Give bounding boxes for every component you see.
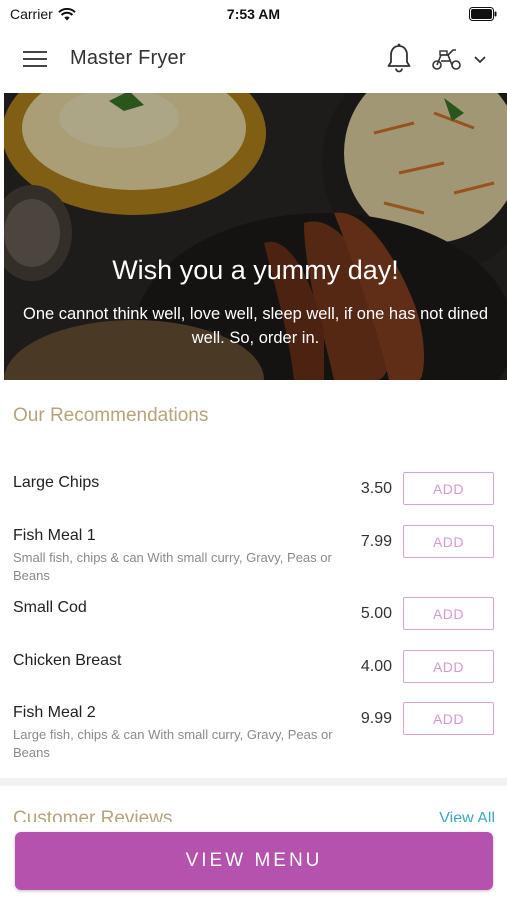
item-price: 4.00 [360, 658, 392, 675]
battery-icon [469, 7, 497, 26]
status-time: 7:53 AM [226, 6, 281, 22]
status-bar: Carrier 7:53 AM [0, 0, 507, 28]
hero-title: Wish you a yummy day! [112, 255, 399, 285]
add-button[interactable]: ADD [403, 472, 494, 505]
add-button[interactable]: ADD [403, 702, 494, 735]
add-button[interactable]: ADD [403, 525, 494, 558]
hero-subtitle: One cannot think well, love well, sleep … [22, 305, 489, 347]
item-price: 3.50 [360, 480, 392, 497]
app-title: Master Fryer [70, 47, 186, 69]
hamburger-menu-icon[interactable] [23, 49, 47, 69]
scooter-icon[interactable] [431, 47, 463, 71]
item-price: 7.99 [360, 533, 392, 550]
add-button[interactable]: ADD [403, 597, 494, 630]
item-name: Fish Meal 1 [13, 527, 96, 544]
section-divider [0, 778, 507, 786]
add-button[interactable]: ADD [403, 650, 494, 683]
hero-banner: Wish you a yummy day! One cannot think w… [4, 93, 507, 380]
bell-icon[interactable] [386, 43, 412, 73]
item-description: Small fish, chips & can With small curry… [13, 550, 332, 583]
view-menu-button[interactable]: VIEW MENU [15, 832, 493, 890]
item-name: Large Chips [13, 474, 100, 491]
item-name: Small Cod [13, 599, 87, 616]
item-name: Chicken Breast [13, 652, 122, 669]
item-description: Large fish, chips & can With small curry… [13, 727, 333, 760]
recommendations-title: Our Recommendations [13, 405, 209, 426]
chevron-down-icon[interactable] [473, 52, 487, 64]
item-price: 9.99 [360, 710, 392, 727]
item-name: Fish Meal 2 [13, 704, 96, 721]
app-header: Master Fryer [0, 28, 507, 90]
item-price: 5.00 [360, 605, 392, 622]
